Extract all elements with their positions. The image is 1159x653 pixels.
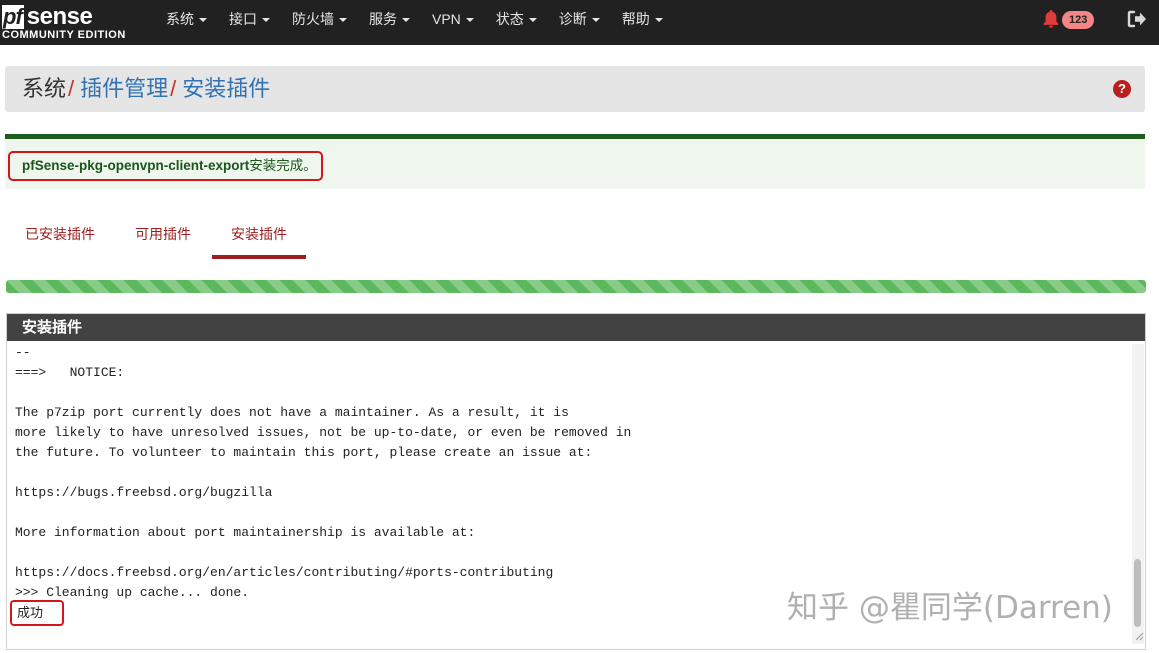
breadcrumb-install-package-link[interactable]: 安装插件	[182, 76, 270, 101]
menu-status-label: 状态	[495, 11, 524, 27]
menu-system-label: 系统	[166, 11, 194, 27]
chevron-down-icon	[465, 18, 474, 23]
log-line: more likely to have unresolved issues, n…	[15, 425, 632, 440]
alert-status-text: 安装完成。	[249, 158, 317, 173]
log-text: -- ===> NOTICE: The p7zip port currently d…	[8, 343, 1136, 603]
top-navbar: pf sense COMMUNITY EDITION 系统 接口 防火墙 服务 V…	[0, 0, 1159, 45]
tab-installed-packages[interactable]: 已安装插件	[10, 215, 110, 259]
tab-installed-packages-label: 已安装插件	[25, 226, 95, 242]
menu-status[interactable]: 状态	[485, 0, 548, 45]
success-alert: pfSense-pkg-openvpn-client-export安装完成。	[5, 134, 1145, 189]
menu-firewall-label: 防火墙	[292, 11, 334, 27]
chevron-down-icon	[339, 18, 347, 23]
breadcrumb-separator: /	[68, 76, 75, 101]
logo-mark: pf	[2, 4, 24, 29]
log-line: More information about port maintainersh…	[15, 525, 476, 540]
chevron-down-icon	[262, 18, 270, 23]
notification-count-badge[interactable]: 123	[1062, 11, 1095, 29]
menu-system[interactable]: 系统	[155, 0, 218, 45]
breadcrumb-system: 系统	[22, 76, 67, 101]
panel-title: 安装插件	[7, 314, 1145, 341]
install-progress-bar	[6, 280, 1146, 293]
log-line: The p7zip port currently does not have a…	[15, 405, 569, 420]
install-result-status: 成功	[10, 600, 64, 626]
menu-vpn[interactable]: VPN	[421, 0, 485, 45]
chevron-down-icon	[199, 18, 207, 23]
breadcrumb: 系统/插件管理/安装插件 ?	[5, 66, 1145, 112]
page-title: 系统/插件管理/安装插件	[22, 66, 270, 112]
breadcrumb-separator: /	[170, 76, 177, 101]
log-line: the future. To volunteer to maintain thi…	[15, 445, 593, 460]
pfsense-logo[interactable]: pf sense COMMUNITY EDITION	[2, 3, 136, 43]
menu-services[interactable]: 服务	[358, 0, 421, 45]
log-scrollbar[interactable]	[1132, 344, 1144, 644]
tab-available-packages-label: 可用插件	[135, 226, 191, 242]
menu-diagnostics-label: 诊断	[558, 11, 587, 27]
log-line: --	[15, 345, 31, 360]
menu-help[interactable]: 帮助	[611, 0, 674, 45]
zhihu-watermark: 知乎 @瞿同学(Darren)	[787, 590, 1113, 626]
chevron-down-icon	[402, 18, 410, 23]
menu-vpn-label: VPN	[432, 11, 461, 27]
menu-firewall[interactable]: 防火墙	[281, 0, 358, 45]
tab-available-packages[interactable]: 可用插件	[123, 215, 203, 259]
chevron-down-icon	[654, 18, 663, 23]
logo-edition: COMMUNITY EDITION	[2, 29, 126, 41]
menu-help-label: 帮助	[621, 11, 650, 27]
main-menu: 系统 接口 防火墙 服务 VPN 状态 诊断 帮助	[155, 0, 674, 45]
alert-package-name: pfSense-pkg-openvpn-client-export	[22, 158, 250, 173]
menu-services-label: 服务	[369, 11, 397, 27]
log-line: https://docs.freebsd.org/en/articles/con…	[15, 565, 554, 580]
tab-install-package[interactable]: 安装插件	[212, 215, 306, 259]
scrollbar-thumb[interactable]	[1134, 559, 1141, 627]
logo-word: sense	[26, 3, 93, 30]
log-line: https://bugs.freebsd.org/bugzilla	[15, 485, 273, 500]
logout-icon[interactable]	[1127, 10, 1147, 28]
breadcrumb-package-manager-link[interactable]: 插件管理	[80, 76, 168, 101]
alert-message: pfSense-pkg-openvpn-client-export安装完成。	[8, 151, 323, 181]
menu-interfaces-label: 接口	[229, 11, 257, 27]
tab-install-package-label: 安装插件	[231, 226, 287, 242]
help-icon[interactable]: ?	[1113, 80, 1131, 98]
log-line: ===> NOTICE:	[15, 365, 125, 380]
menu-diagnostics[interactable]: 诊断	[548, 0, 611, 45]
logo-wordmark: pf sense	[2, 3, 93, 30]
resize-grip-icon[interactable]	[1134, 631, 1144, 641]
bell-icon[interactable]	[1042, 9, 1060, 29]
menu-interfaces[interactable]: 接口	[218, 0, 281, 45]
chevron-down-icon	[591, 18, 600, 23]
chevron-down-icon	[528, 18, 537, 23]
